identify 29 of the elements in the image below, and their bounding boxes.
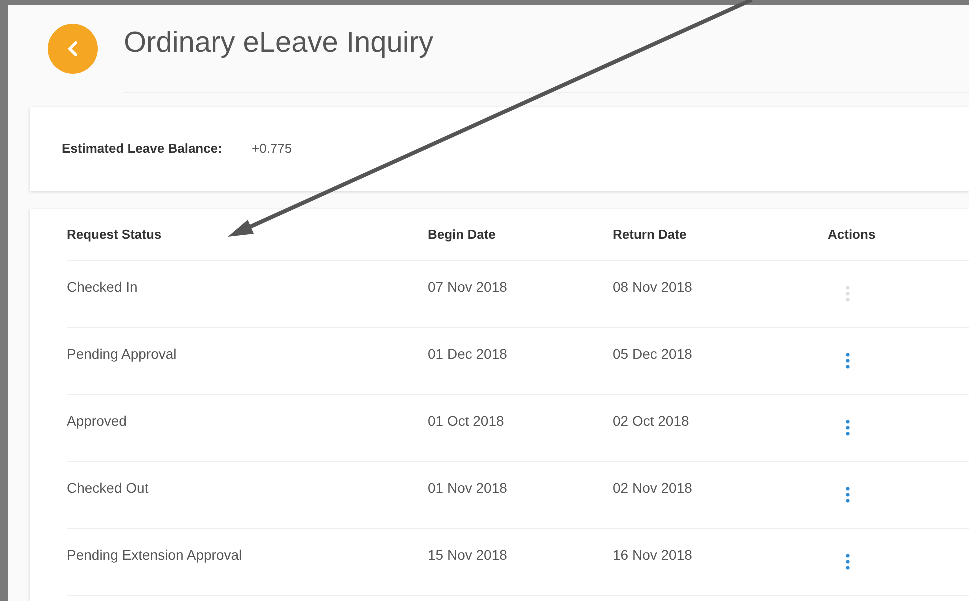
column-header: Begin Date <box>428 226 497 244</box>
begin-date-cell-text: 15 Nov 2018 <box>428 546 508 564</box>
return-date-cell-text: 05 Dec 2018 <box>613 344 694 364</box>
status-cell-text: Approved <box>67 412 128 431</box>
page-title: Ordinary eLeave Inquiry <box>124 26 434 61</box>
balance-label: Estimated Leave Balance: <box>62 140 224 158</box>
kebab-icon <box>846 420 850 436</box>
return-date-cell-text: 16 Nov 2018 <box>613 546 694 564</box>
balance-value: +0.775 <box>252 140 292 158</box>
return-date-cell-text: 02 Nov 2018 <box>613 478 694 498</box>
kebab-icon <box>846 353 850 369</box>
begin-date-cell-text: 01 Nov 2018 <box>428 478 508 498</box>
status-cell-text: Checked In <box>67 278 139 296</box>
status-cell-text: Pending Extension Approval <box>67 546 244 565</box>
return-date-cell-text: 02 Oct 2018 <box>613 412 690 430</box>
status-cell-text: Checked Out <box>67 478 150 498</box>
status-cell-text: Pending Approval <box>67 344 178 364</box>
return-date-cell-text: 08 Nov 2018 <box>613 278 694 296</box>
column-header: Return Date <box>613 226 688 244</box>
column-header: Actions <box>828 226 876 244</box>
column-header: Request Status <box>67 226 163 244</box>
chevron-left-icon <box>66 41 80 57</box>
begin-date-cell-text: 01 Dec 2018 <box>428 344 508 364</box>
begin-date-cell-text: 01 Oct 2018 <box>428 412 506 430</box>
kebab-icon <box>846 286 850 302</box>
begin-date-cell-text: 07 Nov 2018 <box>428 278 508 296</box>
kebab-icon <box>846 487 850 503</box>
kebab-icon <box>846 554 850 570</box>
back-button[interactable] <box>48 24 98 74</box>
